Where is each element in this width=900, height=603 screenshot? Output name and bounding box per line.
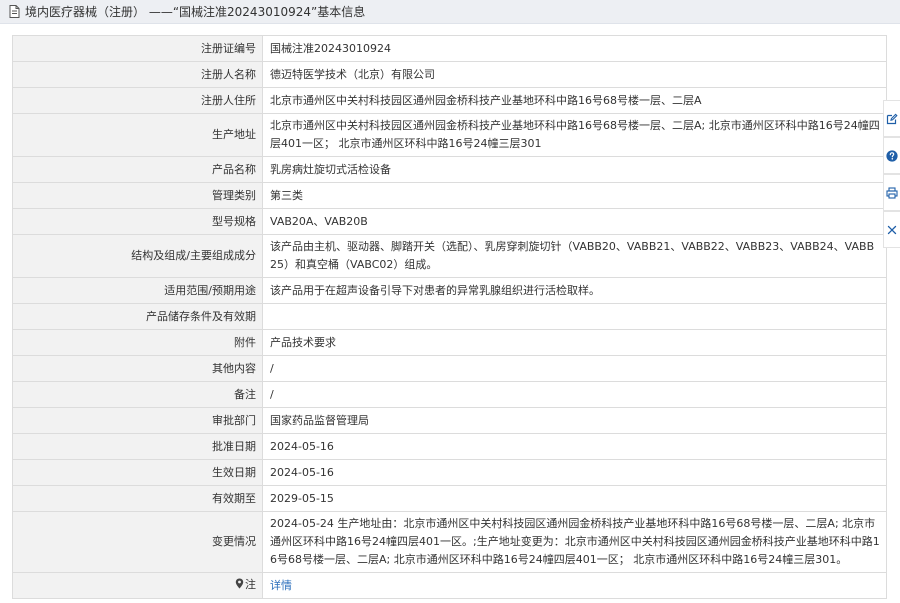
table-row: 管理类别 第三类 <box>12 182 887 209</box>
table-row: 型号规格 VAB20A、VAB20B <box>12 208 887 235</box>
page-header: 境内医疗器械（注册） ——“国械注准20243010924”基本信息 <box>0 0 900 24</box>
table-row: 其他内容 / <box>12 355 887 382</box>
table-row: 注册人住所 北京市通州区中关村科技园区通州园金桥科技产业基地环科中路16号68号… <box>12 87 887 114</box>
row-value: 国家药品监督管理局 <box>262 407 887 434</box>
table-row: 备注 / <box>12 381 887 408</box>
row-value: 北京市通州区中关村科技园区通州园金桥科技产业基地环科中路16号68号楼一层、二层… <box>262 113 887 157</box>
row-label: 变更情况 <box>12 511 263 573</box>
row-label: 型号规格 <box>12 208 263 235</box>
row-value: 北京市通州区中关村科技园区通州园金桥科技产业基地环科中路16号68号楼一层、二层… <box>262 87 887 114</box>
table-row: 生产地址 北京市通州区中关村科技园区通州园金桥科技产业基地环科中路16号68号楼… <box>12 113 887 157</box>
row-value: 第三类 <box>262 182 887 209</box>
table-row: 结构及组成/主要组成成分 该产品由主机、驱动器、脚踏开关（选配）、乳房穿刺旋切针… <box>12 234 887 278</box>
row-label: 生产地址 <box>12 113 263 157</box>
row-label: 结构及组成/主要组成成分 <box>12 234 263 278</box>
help-icon[interactable] <box>883 137 900 174</box>
note-label: 注 <box>245 578 256 591</box>
close-icon[interactable] <box>883 211 900 248</box>
print-icon[interactable] <box>883 174 900 211</box>
table-row: 注册人名称 德迈特医学技术（北京）有限公司 <box>12 61 887 88</box>
info-table: 注册证编号 国械注准20243010924 注册人名称 德迈特医学技术（北京）有… <box>12 35 887 599</box>
table-row: 附件 产品技术要求 <box>12 329 887 356</box>
table-row: 产品名称 乳房病灶旋切式活检设备 <box>12 156 887 183</box>
row-label: 其他内容 <box>12 355 263 382</box>
row-value: 2029-05-15 <box>262 485 887 512</box>
details-link[interactable]: 详情 <box>270 579 292 592</box>
row-label: 注册人住所 <box>12 87 263 114</box>
row-label: 附件 <box>12 329 263 356</box>
row-value: / <box>262 355 887 382</box>
row-value: 产品技术要求 <box>262 329 887 356</box>
edit-icon[interactable] <box>883 100 900 137</box>
table-row: 审批部门 国家药品监督管理局 <box>12 407 887 434</box>
table-row: 生效日期 2024-05-16 <box>12 459 887 486</box>
table-row: 有效期至 2029-05-15 <box>12 485 887 512</box>
table-row: 变更情况 2024-05-24 生产地址由：北京市通州区中关村科技园区通州园金桥… <box>12 511 887 573</box>
row-label: 产品储存条件及有效期 <box>12 303 263 330</box>
row-label: 生效日期 <box>12 459 263 486</box>
note-label-cell: 注 <box>12 572 263 599</box>
row-label: 管理类别 <box>12 182 263 209</box>
side-toolbar <box>883 100 900 248</box>
note-value-cell: 详情 <box>262 572 887 599</box>
row-label: 审批部门 <box>12 407 263 434</box>
row-label: 产品名称 <box>12 156 263 183</box>
table-row: 注册证编号 国械注准20243010924 <box>12 35 887 62</box>
row-value: 德迈特医学技术（北京）有限公司 <box>262 61 887 88</box>
row-value <box>262 303 887 330</box>
document-icon <box>9 5 21 19</box>
row-label: 有效期至 <box>12 485 263 512</box>
row-label: 备注 <box>12 381 263 408</box>
table-row: 批准日期 2024-05-16 <box>12 433 887 460</box>
row-value: 2024-05-16 <box>262 433 887 460</box>
row-label: 适用范围/预期用途 <box>12 277 263 304</box>
table-row: 产品储存条件及有效期 <box>12 303 887 330</box>
row-value: 该产品用于在超声设备引导下对患者的异常乳腺组织进行活检取样。 <box>262 277 887 304</box>
row-value: / <box>262 381 887 408</box>
page-title: 境内医疗器械（注册） ——“国械注准20243010924”基本信息 <box>25 5 366 19</box>
row-value: 国械注准20243010924 <box>262 35 887 62</box>
row-value: 2024-05-24 生产地址由：北京市通州区中关村科技园区通州园金桥科技产业基… <box>262 511 887 573</box>
row-value: 乳房病灶旋切式活检设备 <box>262 156 887 183</box>
pin-icon <box>235 577 244 595</box>
row-label: 注册人名称 <box>12 61 263 88</box>
table-row: 适用范围/预期用途 该产品用于在超声设备引导下对患者的异常乳腺组织进行活检取样。 <box>12 277 887 304</box>
row-label: 批准日期 <box>12 433 263 460</box>
row-value: VAB20A、VAB20B <box>262 208 887 235</box>
row-value: 该产品由主机、驱动器、脚踏开关（选配）、乳房穿刺旋切针（VABB20、VABB2… <box>262 234 887 278</box>
row-value: 2024-05-16 <box>262 459 887 486</box>
row-label: 注册证编号 <box>12 35 263 62</box>
note-row: 注 详情 <box>12 572 887 599</box>
